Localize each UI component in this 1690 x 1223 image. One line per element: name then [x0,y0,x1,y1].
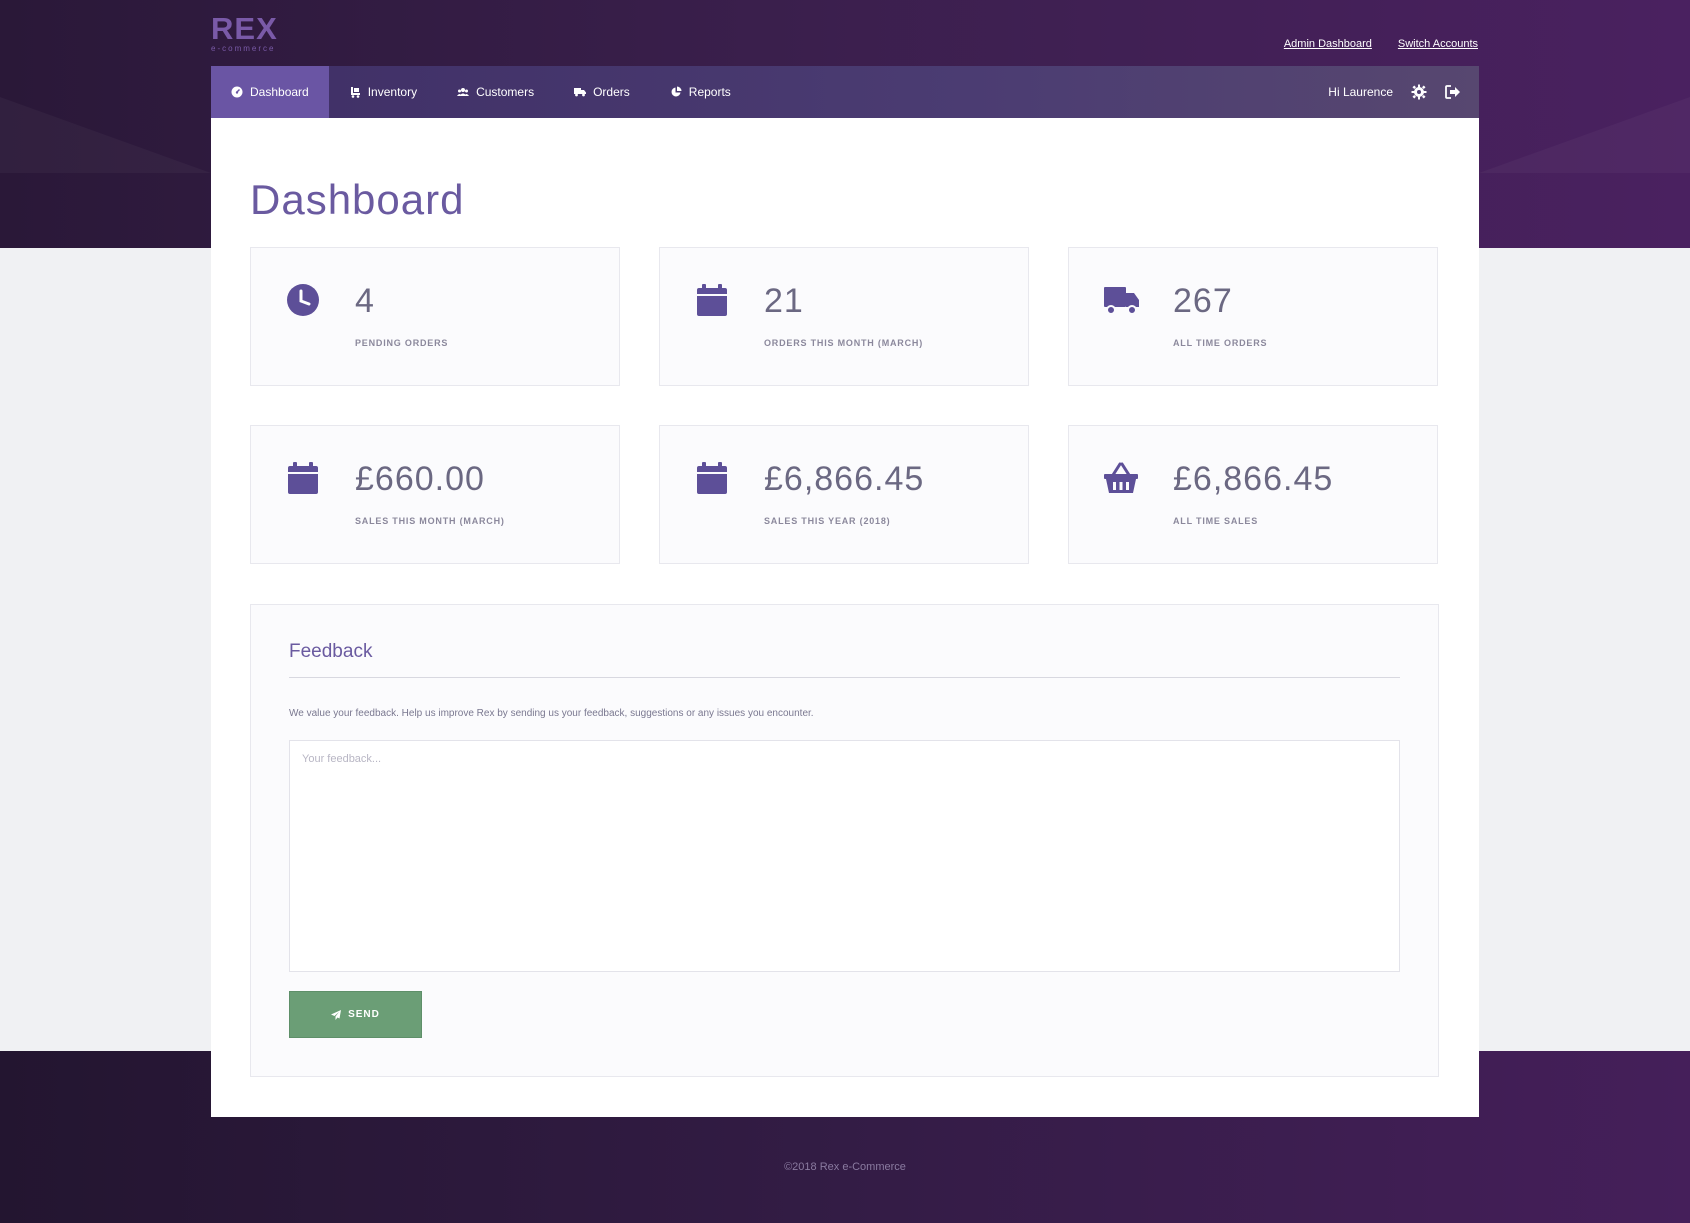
basket-icon [1104,462,1138,493]
stat-label: ALL TIME SALES [1173,516,1259,526]
stat-label: ORDERS THIS MONTH (MARCH) [764,338,923,348]
paper-plane-icon [331,1009,342,1020]
stat-card-all-time-sales: £6,866.45 ALL TIME SALES [1068,425,1438,564]
sign-out-icon[interactable] [1445,84,1461,100]
customers-icon [457,88,470,96]
nav-label: Orders [593,85,630,99]
stat-card-pending-orders: 4 PENDING ORDERS [250,247,620,386]
main-navbar: Dashboard Inventory Customers Orders Rep… [211,66,1479,118]
inventory-icon [350,87,360,98]
stat-card-sales-year: £6,866.45 SALES THIS YEAR (2018) [659,425,1029,564]
nav-item-reports[interactable]: Reports [650,66,751,118]
page-title: Dashboard [250,176,465,223]
nav-label: Dashboard [250,85,309,99]
send-label: SEND [348,1009,380,1020]
stat-label: SALES THIS YEAR (2018) [764,516,891,526]
decorative-shape [0,97,211,173]
logo[interactable]: REX e-commerce [211,11,278,53]
stat-value: £660.00 [355,460,485,498]
send-button[interactable]: SEND [289,991,422,1038]
nav-label: Reports [688,85,731,99]
admin-dashboard-link[interactable]: Admin Dashboard [1284,38,1372,50]
divider [289,677,1400,678]
feedback-title: Feedback [289,641,373,662]
calendar-icon [697,462,727,494]
clock-icon [287,284,319,316]
feedback-textarea[interactable] [289,740,1400,972]
truck-icon [1104,287,1139,315]
user-area: Hi Laurence [1328,84,1479,100]
gear-icon[interactable] [1411,84,1427,100]
logo-subtitle: e-commerce [211,44,276,53]
decorative-shape [1479,97,1690,173]
nav-item-dashboard[interactable]: Dashboard [211,66,329,118]
switch-accounts-link[interactable]: Switch Accounts [1398,38,1478,50]
stat-label: SALES THIS MONTH (MARCH) [355,516,505,526]
stat-value: £6,866.45 [764,460,925,498]
nav-label: Customers [476,85,535,99]
stat-value: 4 [355,282,375,320]
feedback-section: Feedback We value your feedback. Help us… [250,604,1439,1077]
logo-text: REX [211,11,278,46]
stat-card-all-time-orders: 267 ALL TIME ORDERS [1068,247,1438,386]
nav-item-orders[interactable]: Orders [554,66,650,118]
nav-item-customers[interactable]: Customers [437,66,554,118]
main-panel: Dashboard 4 PENDING ORDERS 21 ORDERS THI… [211,118,1479,1117]
nav-item-inventory[interactable]: Inventory [329,66,437,118]
stat-label: ALL TIME ORDERS [1173,338,1268,348]
stat-label: PENDING ORDERS [355,338,449,348]
stat-card-orders-month: 21 ORDERS THIS MONTH (MARCH) [659,247,1029,386]
pie-chart-icon [671,86,682,97]
calendar-icon [697,284,727,316]
stat-value: 267 [1173,282,1233,320]
user-greeting: Hi Laurence [1328,85,1393,99]
stat-card-sales-month: £660.00 SALES THIS MONTH (MARCH) [250,425,620,564]
nav-label: Inventory [367,85,418,99]
stat-value: 21 [764,282,804,320]
truck-icon [574,88,587,97]
dashboard-icon [231,86,243,98]
top-links: Admin Dashboard Switch Accounts [1284,38,1478,50]
feedback-description: We value your feedback. Help us improve … [289,708,814,719]
calendar-icon [288,462,318,494]
footer-copyright: ©2018 Rex e-Commerce [784,1161,906,1173]
stat-value: £6,866.45 [1173,460,1334,498]
